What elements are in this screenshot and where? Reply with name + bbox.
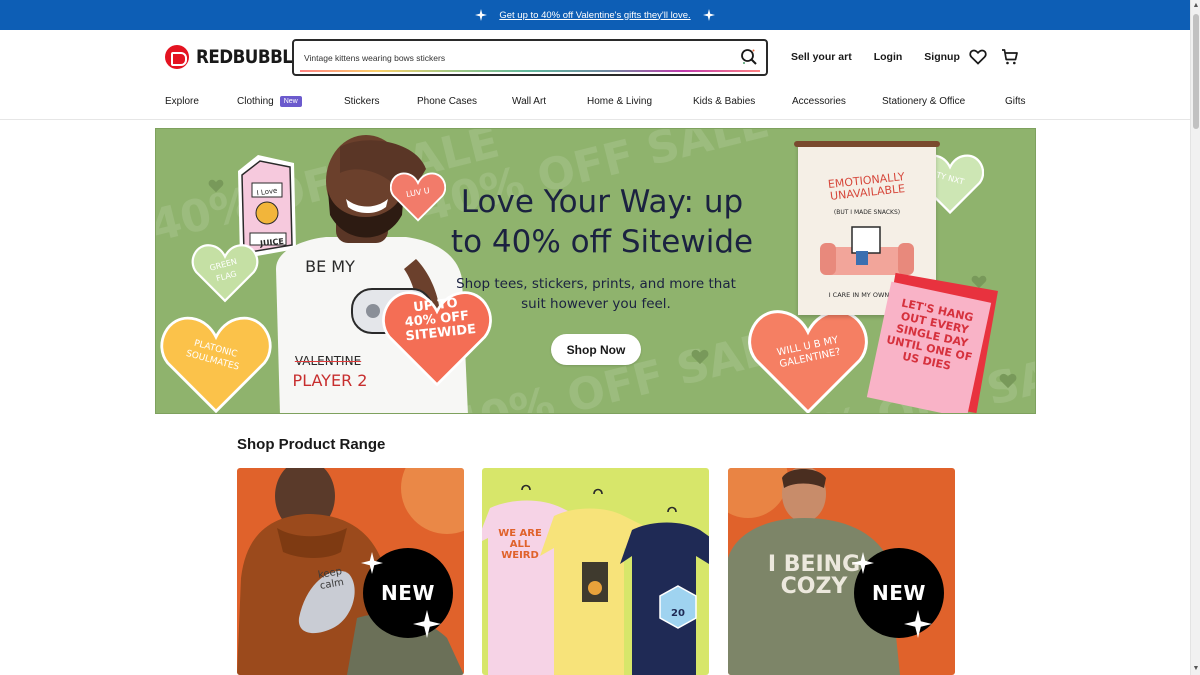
scroll-down-icon[interactable]: ▼ <box>1191 663 1200 675</box>
nav-item-home-living[interactable]: Home & Living <box>587 96 652 107</box>
nav-item-accessories[interactable]: Accessories <box>792 96 846 107</box>
nav-label: Explore <box>165 96 199 107</box>
poster-title: EMOTIONALLY UNAVAILABLE <box>827 170 906 203</box>
nav-label: Kids & Babies <box>693 96 756 107</box>
login-link[interactable]: Login <box>874 51 903 63</box>
dice-number: 20 <box>671 608 685 619</box>
shirt-text-be-my: BE MY <box>305 257 355 276</box>
nav-label: Stationery & Office <box>882 96 966 107</box>
promo-link[interactable]: Get up to 40% off Valentine's gifts they… <box>499 10 690 21</box>
hero-subtext: Shop tees, stickers, prints, and more th… <box>456 276 736 312</box>
nav-item-explore[interactable]: Explore <box>165 96 199 107</box>
nav-item-phone-cases[interactable]: Phone Cases <box>417 96 477 107</box>
category-nav: Explore Clothing New Stickers Phone Cases… <box>0 86 1190 120</box>
site-header: REDBUBBLE Sell your art Login Signup <box>0 30 1190 86</box>
sweatshirt-graphic-text: I BEING COZY <box>767 552 861 599</box>
sparkle-icon <box>361 552 383 574</box>
shirt-text-player: PLAYER 2 <box>292 371 368 390</box>
cart-icon[interactable] <box>1001 48 1019 66</box>
shirt-text-valentine: VALENTINE <box>294 354 362 368</box>
hero-headline: Love Your Way: up to 40% off Sitewide <box>450 184 754 260</box>
nav-item-wall-art[interactable]: Wall Art <box>512 96 546 107</box>
nav-label: Wall Art <box>512 96 547 107</box>
tshirt-graphic-text: WE ARE ALL WEIRD <box>498 528 542 561</box>
brand-name: REDBUBBLE <box>196 46 304 68</box>
search-icon[interactable] <box>740 48 758 66</box>
couch-illustration <box>820 226 914 275</box>
page-scrollbar[interactable]: ▲ ▼ <box>1190 0 1200 675</box>
poster-hanger <box>794 141 940 147</box>
scroll-up-icon[interactable]: ▲ <box>1191 0 1200 12</box>
heart-icon[interactable] <box>969 48 987 66</box>
nav-label: Stickers <box>344 96 380 107</box>
product-card-sweatshirt[interactable]: I BEING COZY NEW <box>728 468 955 675</box>
signup-link[interactable]: Signup <box>924 51 960 63</box>
nav-item-stationery-office[interactable]: Stationery & Office <box>882 96 965 107</box>
nav-item-kids-babies[interactable]: Kids & Babies <box>693 96 755 107</box>
new-badge: New <box>279 96 302 107</box>
hero-banner[interactable]: 40% OFF SALE 40% OFF SALE 40% OFF SALE 4… <box>155 128 1036 414</box>
sparkle-icon <box>413 610 441 638</box>
small-heart-icon <box>999 373 1017 389</box>
section-title: Shop Product Range <box>237 436 386 453</box>
small-heart-icon <box>691 349 709 365</box>
tshirts-photo <box>482 484 709 675</box>
sparkle-icon <box>702 9 715 21</box>
sparkle-icon <box>904 610 932 638</box>
shop-now-button[interactable]: Shop Now <box>551 334 641 365</box>
nav-label: Phone Cases <box>417 96 478 107</box>
nav-item-gifts[interactable]: Gifts <box>1005 96 1026 107</box>
scrollbar-thumb[interactable] <box>1193 14 1199 129</box>
small-heart-icon <box>208 179 224 193</box>
redbubble-logo-icon <box>165 45 189 69</box>
sell-your-art-link[interactable]: Sell your art <box>791 51 852 63</box>
search-box <box>292 39 768 76</box>
product-card-hoodie[interactable]: keep calm NEW <box>237 468 464 675</box>
greeting-card-text: LET'S HANG OUT EVERY SINGLE DAY UNTIL ON… <box>885 296 975 373</box>
nav-item-stickers[interactable]: Stickers <box>344 96 380 107</box>
search-input[interactable] <box>294 41 734 74</box>
promo-banner: Get up to 40% off Valentine's gifts they… <box>0 0 1190 30</box>
nav-item-clothing[interactable]: Clothing New <box>237 96 302 107</box>
poster-subtitle: (BUT I MADE SNACKS) <box>833 209 901 216</box>
nav-label: Home & Living <box>587 96 653 107</box>
header-links: Sell your art Login Signup <box>791 51 982 63</box>
nav-label: Gifts <box>1005 96 1026 107</box>
sparkle-icon <box>852 552 874 574</box>
sparkle-icon <box>475 9 488 21</box>
product-card-tshirts[interactable]: WE ARE ALL WEIRD 20 <box>482 468 709 675</box>
nav-label: Accessories <box>792 96 846 107</box>
nav-label: Clothing <box>237 96 274 107</box>
